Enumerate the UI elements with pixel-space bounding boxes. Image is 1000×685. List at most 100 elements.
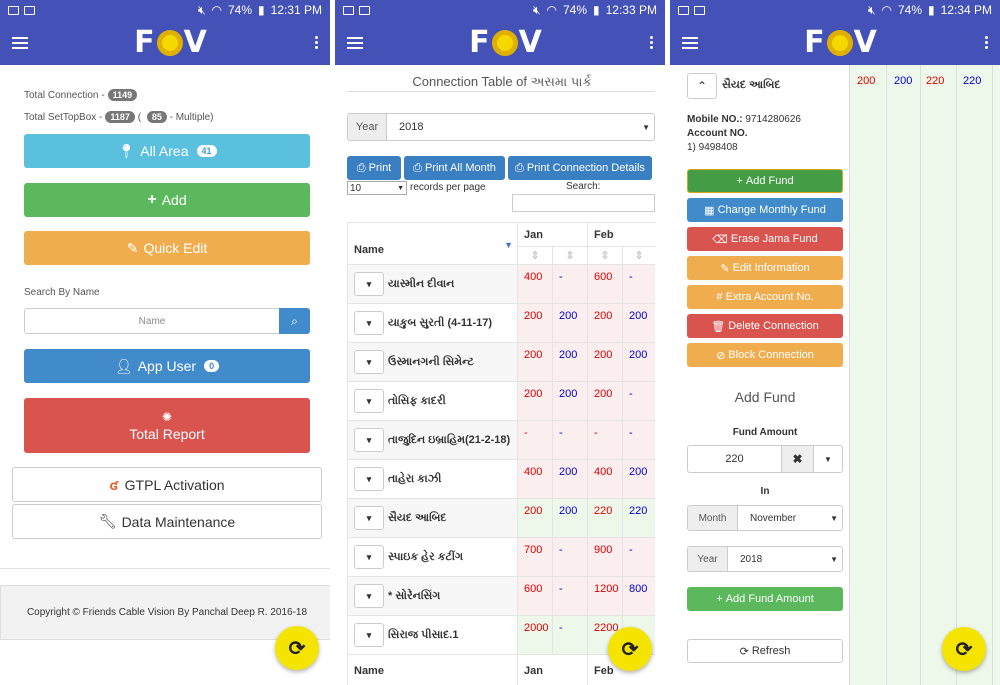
more-options-icon[interactable] — [649, 36, 653, 49]
table-row[interactable]: ▾ * સોરેનસિંગ 600-1200 800 — [347, 576, 655, 616]
row-value-cell: 200 — [587, 381, 623, 421]
print-details-label: Print Connection Details — [526, 162, 645, 174]
expand-row-button[interactable]: ▾ — [354, 428, 384, 452]
data-maintenance-button[interactable]: 🔧︎ Data Maintenance — [12, 504, 322, 539]
bg-cell: 220 — [963, 75, 982, 87]
table-row[interactable]: ▾ સ્પાઇક હેર કટીંગ 700-900- — [347, 537, 655, 577]
name-search-input[interactable]: Name — [24, 308, 280, 334]
refresh-button[interactable]: ⟳ Refresh — [687, 639, 843, 663]
row-value-cell: 220 — [622, 498, 655, 538]
row-name-cell: ▾ તાજુદિન ઇબ્રાહિમ(21-2-18) — [347, 420, 518, 460]
status-bar: 🔇︎ ◠ 74% ▮ 12:34 PM — [670, 0, 1000, 20]
sort-icon[interactable]: ⇕ — [552, 246, 588, 265]
refresh-fab[interactable]: ⟳ — [608, 627, 652, 671]
block-connection-button[interactable]: ⊘ Block Connection — [687, 343, 843, 367]
print-button[interactable]: ⎙ Print — [347, 156, 401, 180]
records-per-page-label: records per page — [410, 182, 486, 193]
col-header-feb[interactable]: Feb — [587, 222, 655, 247]
mute-icon: 🔇︎ — [532, 2, 541, 17]
notification-icon — [359, 5, 370, 15]
extra-account-button[interactable]: # Extra Account No. — [687, 285, 843, 309]
row-value-cell: 200 — [622, 303, 655, 343]
menu-icon[interactable] — [682, 36, 698, 49]
quick-edit-button[interactable]: ✎ Quick Edit — [24, 231, 310, 265]
col-header-name[interactable]: Name ▼ — [347, 222, 518, 265]
clock: 12:33 PM — [605, 3, 657, 17]
screen-connection-detail: 🔇︎ ◠ 74% ▮ 12:34 PM FV 200 200 220 220 ⌃ સૈય… — [670, 0, 1000, 685]
table-row[interactable]: ▾ તોસિફ કાદરી 200 200 200- — [347, 381, 655, 421]
table-search-input[interactable] — [512, 194, 655, 212]
sort-icon[interactable]: ⇕ — [587, 246, 623, 265]
refresh-fab[interactable]: ⟳ — [942, 627, 986, 671]
row-value-cell: 200 — [517, 381, 553, 421]
month-select[interactable]: November ▼ — [737, 505, 843, 531]
gallery-icon — [678, 5, 689, 15]
menu-icon[interactable] — [347, 36, 363, 49]
account-label: Account NO. — [687, 128, 748, 139]
expand-row-button[interactable]: ▾ — [354, 350, 384, 374]
row-value-cell: 600 — [587, 264, 623, 304]
collapse-button[interactable]: ⌃ — [687, 73, 717, 99]
fund-amount-input[interactable]: 220 — [687, 445, 782, 473]
expand-row-button[interactable]: ▾ — [354, 272, 384, 296]
sort-icon[interactable]: ⇕ — [622, 246, 655, 265]
table-row[interactable]: ▾ તાહેરા કાઝી 400 200 400 200 — [347, 459, 655, 499]
year-select[interactable]: 2018 ▼ — [727, 546, 843, 572]
delete-connection-button[interactable]: 🗑︎ Delete Connection — [687, 314, 843, 338]
row-value-cell: 600 — [517, 576, 553, 616]
more-options-icon[interactable] — [314, 36, 318, 49]
bg-cell: 200 — [894, 75, 913, 87]
sort-icon[interactable]: ⇕ — [517, 246, 553, 265]
app-user-button[interactable]: 👤︎ App User 0 — [24, 349, 310, 383]
total-report-button[interactable]: ✺ Total Report — [24, 398, 310, 453]
app-bar: FV — [335, 20, 665, 65]
clear-icon[interactable]: ✖ — [781, 445, 814, 473]
records-per-page-select[interactable]: 10 ▼ — [347, 181, 407, 195]
row-value-cell: - — [517, 420, 553, 460]
expand-row-button[interactable]: ▾ — [354, 311, 384, 335]
change-monthly-fund-button[interactable]: ▦ Change Monthly Fund — [687, 198, 843, 222]
gtpl-activation-button[interactable]: ʛ GTPL Activation — [12, 467, 322, 502]
erase-jama-fund-button[interactable]: ⌫ Erase Jama Fund — [687, 227, 843, 251]
battery-level: 74% — [227, 3, 253, 17]
status-bar: 🔇︎ ◠ 74% ▮ 12:33 PM — [335, 0, 665, 20]
print-all-month-button[interactable]: ⎙ Print All Month — [404, 156, 505, 180]
expand-row-button[interactable]: ▾ — [354, 506, 384, 530]
edit-information-button[interactable]: ✎ Edit Information — [687, 256, 843, 280]
plus-icon: + — [147, 191, 157, 208]
year-addon: Year — [687, 546, 728, 572]
row-value-cell: 200 — [552, 381, 588, 421]
row-name: સ્પાઇક હેર કટીંગ — [388, 550, 464, 563]
col-header-jan[interactable]: Jan — [517, 222, 588, 247]
table-row[interactable]: ▾ તાજુદિન ઇબ્રાહિમ(21-2-18) - - - - — [347, 420, 655, 460]
add-fund-button[interactable]: + Add Fund — [687, 169, 843, 193]
expand-row-button[interactable]: ▾ — [354, 389, 384, 413]
row-value-cell: - — [622, 381, 655, 421]
settopbox-label: Total SetTopBox - — [24, 112, 103, 123]
expand-row-button[interactable]: ▾ — [354, 467, 384, 491]
app-bar: FV — [0, 20, 330, 65]
app-logo: FV — [134, 25, 208, 60]
printer-icon: ⎙ — [515, 161, 524, 174]
amount-dropdown[interactable]: ▼ — [813, 445, 843, 473]
search-icon[interactable]: ⌕ — [279, 308, 310, 334]
menu-icon[interactable] — [12, 36, 28, 49]
expand-row-button[interactable]: ▾ — [354, 623, 384, 647]
total-report-label: Total Report — [129, 425, 205, 442]
refresh-fab[interactable]: ⟳ — [275, 626, 319, 670]
app-logo: FV — [804, 25, 878, 60]
print-connection-details-button[interactable]: ⎙ Print Connection Details — [508, 156, 652, 180]
add-fund-amount-button[interactable]: + Add Fund Amount — [687, 587, 843, 611]
more-options-icon[interactable] — [984, 36, 988, 49]
table-row[interactable]: ▾ ઉસ્માનગની સિમેન્ટ 200 200 200 200 — [347, 342, 655, 382]
sync-icon: ⟳ — [288, 637, 306, 660]
connection-table: Name ▼ Jan Feb ⇕ ⇕ ⇕ ⇕ ▾ યાસ્મીન દીવાન 400-600… — [347, 222, 655, 685]
table-row[interactable]: ▾ સૈયદ આબિદ 200 200 220 220 — [347, 498, 655, 538]
year-select[interactable]: 2018 ▼ — [386, 113, 655, 141]
expand-row-button[interactable]: ▾ — [354, 584, 384, 608]
table-row[interactable]: ▾ યાસ્મીન દીવાન 400-600- — [347, 264, 655, 304]
table-row[interactable]: ▾ યાકુબ સુરતી (4-11-17) 200 200 200 200 — [347, 303, 655, 343]
add-button[interactable]: + Add — [24, 183, 310, 217]
all-area-button[interactable]: 📍︎ All Area 41 — [24, 134, 310, 168]
expand-row-button[interactable]: ▾ — [354, 545, 384, 569]
